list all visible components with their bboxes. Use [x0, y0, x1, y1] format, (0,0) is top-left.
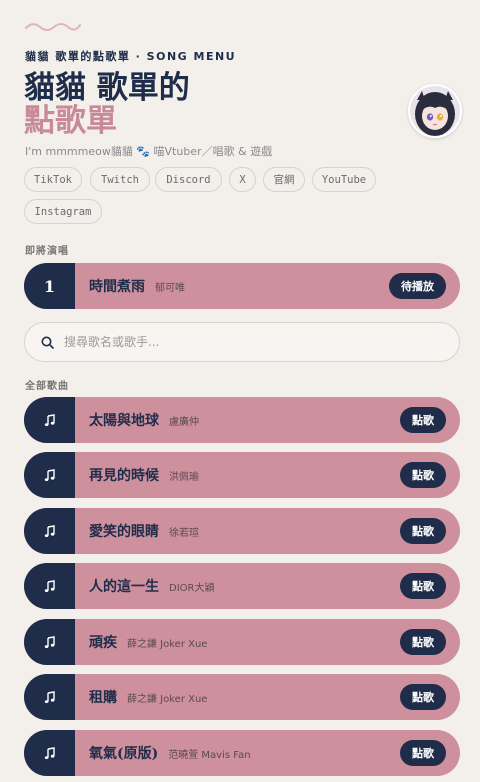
song-icon-box [24, 563, 75, 609]
link-youtube[interactable]: YouTube [312, 167, 376, 192]
request-song-button[interactable]: 點歌 [400, 462, 446, 488]
music-note-icon [44, 746, 55, 759]
song-icon-box [24, 674, 75, 720]
search-bar [24, 322, 460, 362]
link-discord[interactable]: Discord [155, 167, 222, 192]
song-icon-box [24, 619, 75, 665]
page-title-line1: 貓貓 歌單的 [24, 70, 190, 106]
page-kicker: 貓貓 歌單的點歌單 · SONG MENU [25, 50, 237, 63]
request-song-button[interactable]: 點歌 [400, 407, 446, 433]
wave-decoration-icon [25, 23, 81, 31]
song-artist: 薛之謙 Joker Xue [127, 638, 208, 650]
request-song-button[interactable]: 點歌 [400, 629, 446, 655]
song-title: 氧氣(原版) [89, 746, 159, 762]
link-instagram[interactable]: Instagram [24, 199, 102, 224]
song-row: 人的這一生 DIOR大穎 點歌 [24, 563, 460, 609]
song-artist: 薛之謙 Joker Xue [127, 693, 208, 705]
upcoming-section-label: 即將演唱 [25, 246, 69, 257]
music-note-icon [44, 579, 55, 592]
page-title-line2: 點歌單 [24, 103, 117, 139]
song-row: 再見的時候 洪佩瑜 點歌 [24, 452, 460, 498]
song-row: 租購 薛之謙 Joker Xue 點歌 [24, 674, 460, 720]
song-title: 頑疾 [89, 635, 117, 651]
upcoming-song-artist: 郁可唯 [155, 282, 185, 294]
all-songs-section-label: 全部歌曲 [25, 381, 69, 392]
song-icon-box [24, 508, 75, 554]
request-song-button[interactable]: 點歌 [400, 684, 446, 710]
link-official-site[interactable]: 官網 [263, 167, 305, 192]
upcoming-song-row: 1 時間煮雨 郁可唯 待播放 [24, 263, 460, 309]
music-note-icon [44, 468, 55, 481]
song-icon-box [24, 730, 75, 776]
song-artist: 盧廣仲 [169, 416, 199, 428]
request-song-button[interactable]: 點歌 [400, 740, 446, 766]
avatar [408, 84, 462, 138]
song-title: 再見的時候 [89, 468, 159, 484]
queue-number: 1 [24, 263, 75, 309]
profile-bio: I'm mmmmeow貓貓 🐾 喵Vtuber／唱歌 & 遊戲 [25, 145, 273, 158]
search-icon [41, 336, 54, 349]
song-artist: 洪佩瑜 [169, 471, 199, 483]
song-row: 太陽與地球 盧廣仲 點歌 [24, 397, 460, 443]
song-icon-box [24, 397, 75, 443]
song-icon-box [24, 452, 75, 498]
music-note-icon [44, 524, 55, 537]
song-title: 太陽與地球 [89, 413, 159, 429]
song-artist: DIOR大穎 [169, 582, 215, 594]
link-twitch[interactable]: Twitch [90, 167, 150, 192]
request-song-button[interactable]: 點歌 [400, 573, 446, 599]
song-artist: 徐若瑄 [169, 527, 199, 539]
music-note-icon [44, 413, 55, 426]
song-title: 愛笑的眼睛 [89, 524, 159, 540]
upcoming-song-title: 時間煮雨 [89, 279, 145, 295]
music-note-icon [44, 690, 55, 703]
song-title: 租購 [89, 690, 117, 706]
music-note-icon [44, 635, 55, 648]
song-row: 氧氣(原版) 范曉萱 Mavis Fan 點歌 [24, 730, 460, 776]
link-tiktok[interactable]: TikTok [24, 167, 82, 192]
search-input[interactable] [64, 335, 424, 349]
request-song-button[interactable]: 點歌 [400, 518, 446, 544]
pending-play-button[interactable]: 待播放 [389, 273, 446, 299]
link-x[interactable]: X [229, 167, 256, 192]
song-row: 頑疾 薛之謙 Joker Xue 點歌 [24, 619, 460, 665]
song-title: 人的這一生 [89, 579, 159, 595]
avatar-anime-girl-icon [410, 86, 460, 136]
song-artist: 范曉萱 Mavis Fan [168, 749, 251, 761]
song-row: 愛笑的眼睛 徐若瑄 點歌 [24, 508, 460, 554]
